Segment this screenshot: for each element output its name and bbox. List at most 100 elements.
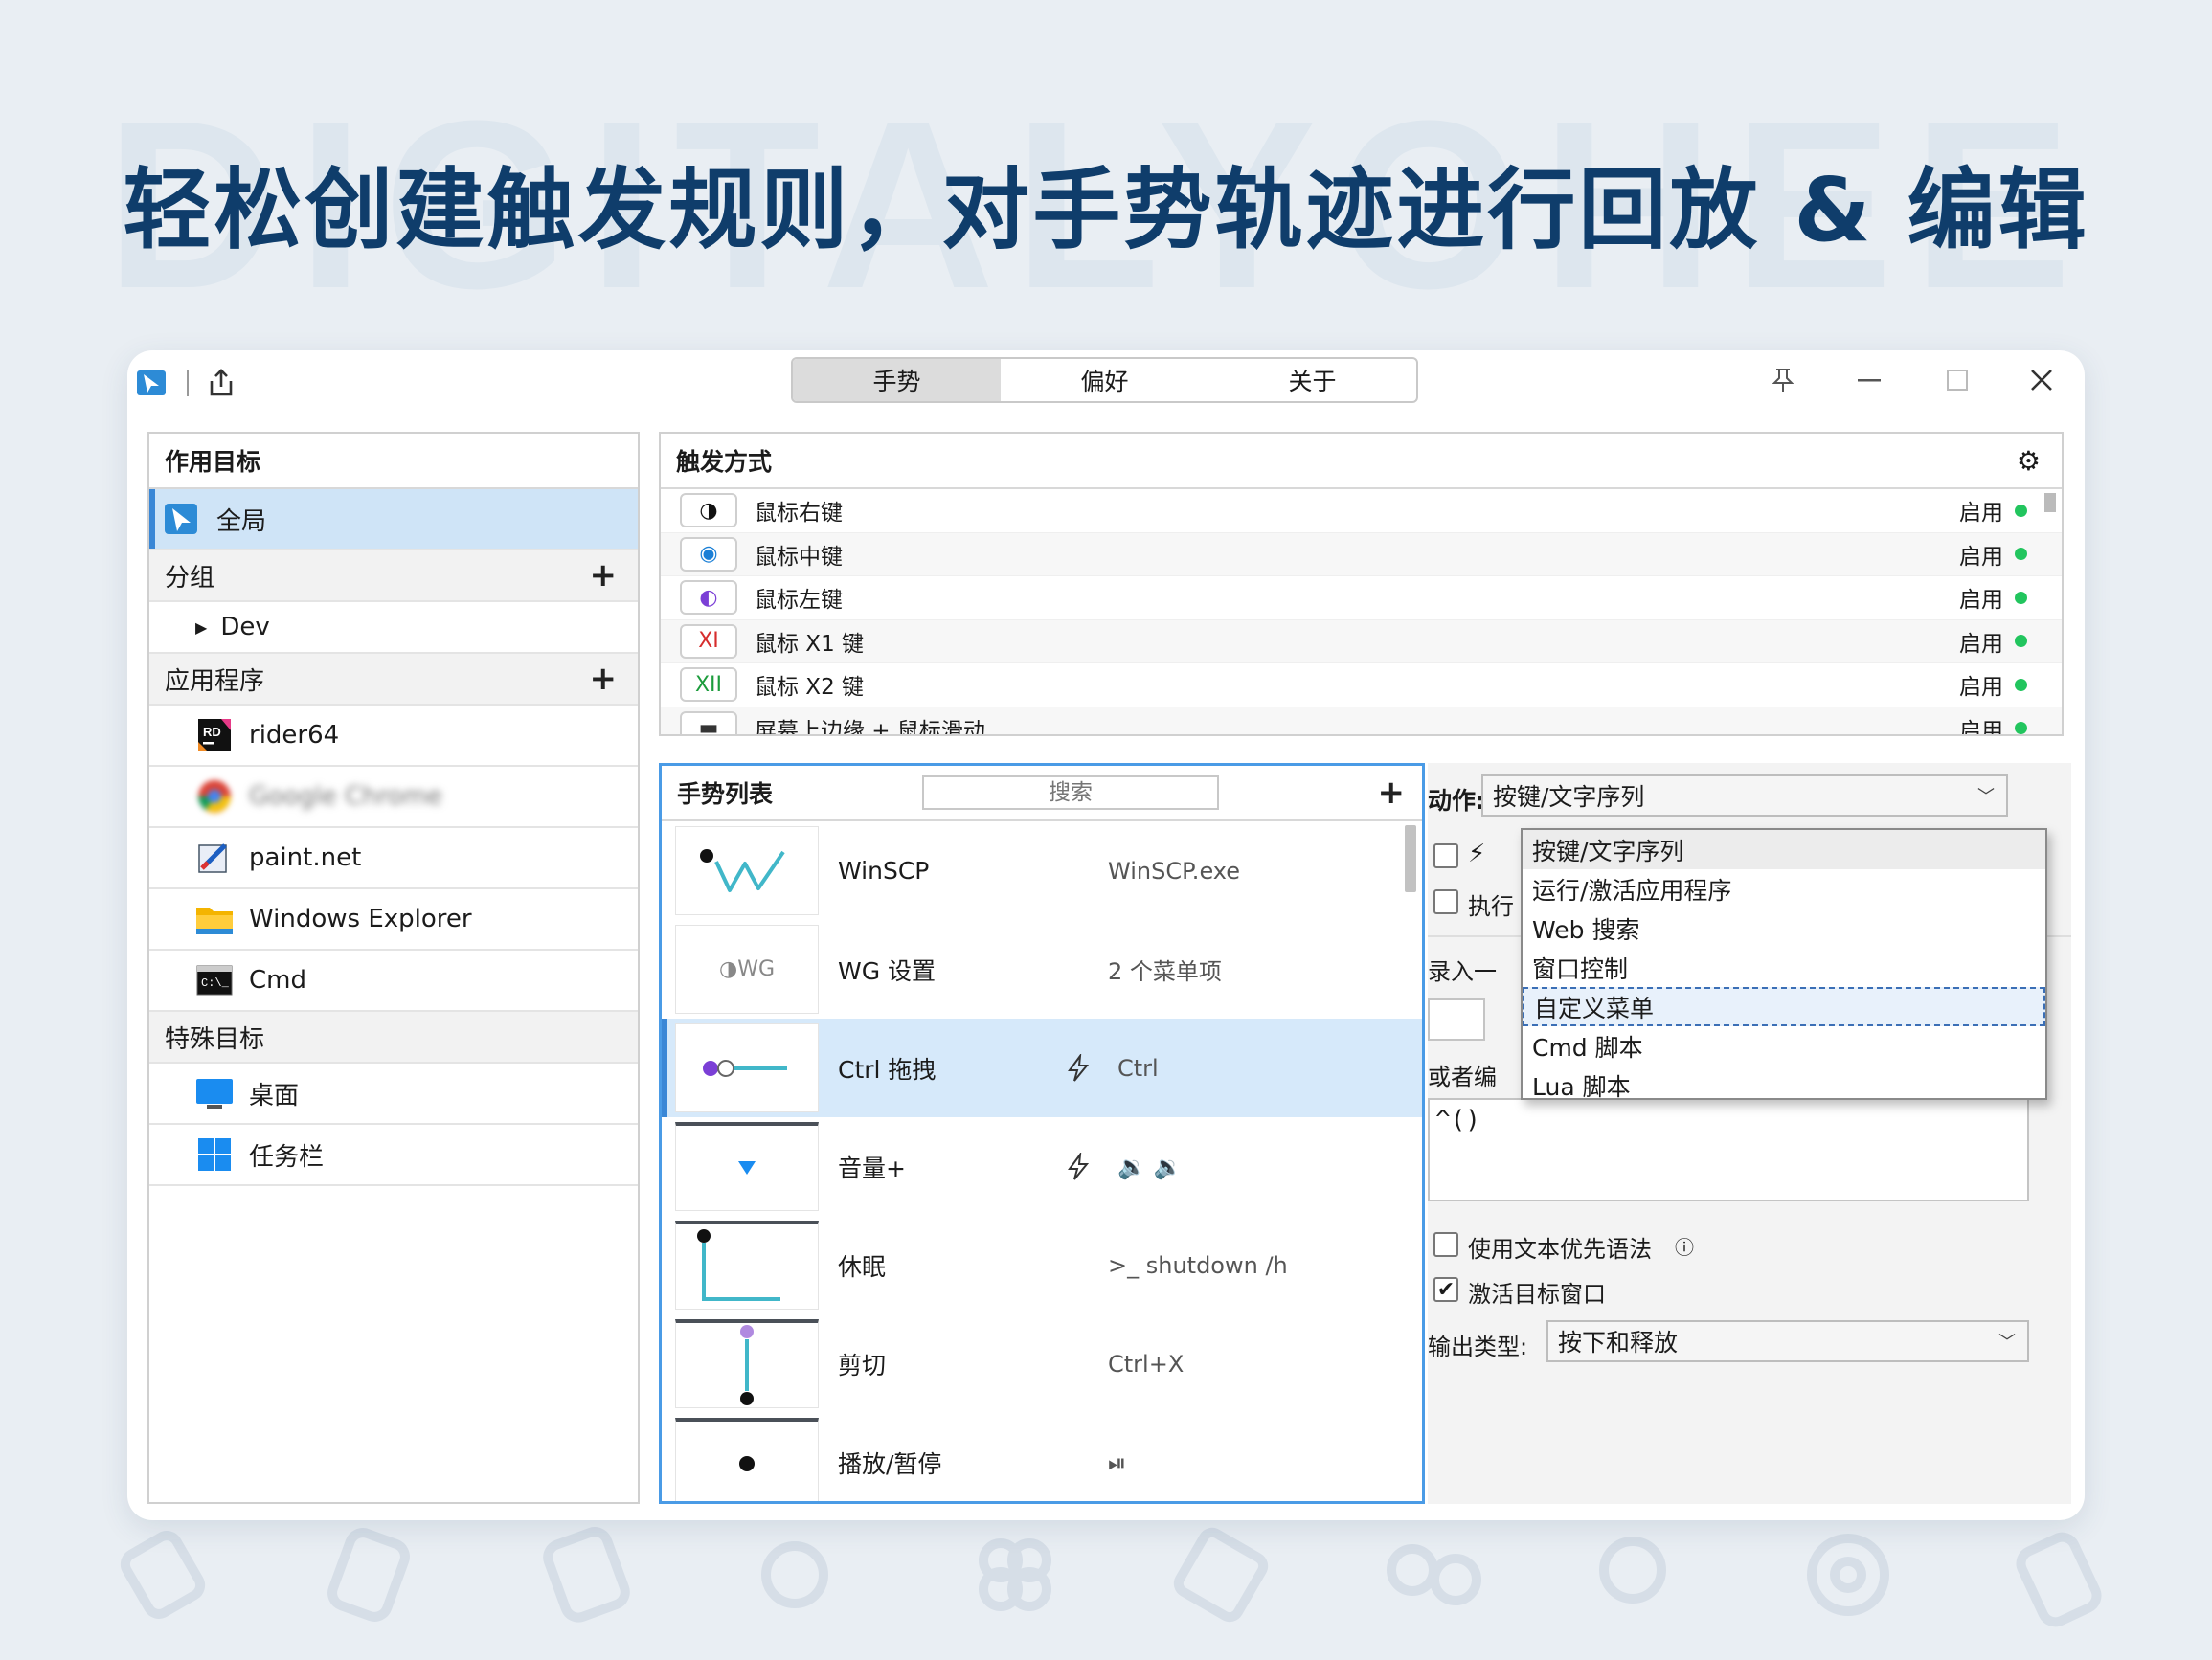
script-editor[interactable]: ^() xyxy=(1428,1098,2029,1201)
option-lua-script[interactable]: Lua 脚本 xyxy=(1523,1066,2045,1105)
trigger-icon: ◉ xyxy=(680,536,737,572)
dot-thumbnail xyxy=(675,1418,819,1501)
gesture-row[interactable]: Ctrl 拖拽 Ctrl xyxy=(662,1019,1422,1117)
trigger-status-label: 启用 xyxy=(1959,501,2003,527)
text-priority-checkbox[interactable] xyxy=(1433,1232,1458,1257)
gesture-name: WinSCP xyxy=(838,857,930,885)
trigger-label: 鼠标中键 xyxy=(755,544,843,570)
gesture-list: WinSCP WinSCP.exe ◑WG WG 设置 2 个菜单项 Ctrl 拖拽 Ctr… xyxy=(662,821,1422,1501)
gesture-name: 休眠 xyxy=(838,1252,887,1281)
group-category-label: 分组 xyxy=(165,563,215,593)
info-icon[interactable]: ⓘ xyxy=(1675,1232,1694,1260)
activate-window-checkbox[interactable]: ✔ xyxy=(1433,1277,1458,1302)
pin-icon[interactable] xyxy=(1761,358,1805,402)
gesture-row[interactable]: 剪切 Ctrl+X xyxy=(662,1314,1422,1413)
gesture-search-input[interactable] xyxy=(922,775,1219,810)
gesture-scrollbar[interactable] xyxy=(1405,825,1416,892)
maximize-button[interactable] xyxy=(1935,358,1979,402)
special-item-label: 任务栏 xyxy=(249,1142,325,1172)
option-web-search[interactable]: Web 搜索 xyxy=(1523,909,2045,948)
minimize-button[interactable] xyxy=(1847,358,1891,402)
trigger-checkbox[interactable] xyxy=(1433,843,1458,868)
gesture-name: 音量+ xyxy=(838,1154,906,1182)
option-key-sequence[interactable]: 按键/文字序列 xyxy=(1523,830,2045,869)
gesture-value-text: 🔉 🔉 xyxy=(1117,1153,1183,1180)
option-custom-menu[interactable]: 自定义菜单 xyxy=(1523,987,2045,1026)
svg-text:RD: RD xyxy=(203,725,221,739)
trigger-status-label: 启用 xyxy=(1959,631,2003,657)
option-cmd-script[interactable]: Cmd 脚本 xyxy=(1523,1026,2045,1066)
gesture-value: Ctrl+X xyxy=(1108,1351,1184,1378)
trigger-status[interactable]: 启用 xyxy=(1959,494,2027,527)
app-item-label: paint.net xyxy=(249,843,362,872)
triggers-header: 触发方式 ⚙ xyxy=(661,434,2062,489)
gesture-row[interactable]: 播放/暂停 ⏯ xyxy=(662,1413,1422,1501)
gesture-name: 剪切 xyxy=(838,1351,887,1380)
trigger-row[interactable]: ◐ 鼠标左键 启用 xyxy=(661,576,2062,620)
trigger-status-label: 启用 xyxy=(1959,544,2003,570)
trigger-status[interactable]: 启用 xyxy=(1959,538,2027,571)
tab-about[interactable]: 关于 xyxy=(1208,359,1416,401)
trigger-status-label: 启用 xyxy=(1959,675,2003,701)
add-app-button[interactable]: + xyxy=(590,660,618,698)
add-group-button[interactable]: + xyxy=(590,556,618,594)
option-window-control[interactable]: 窗口控制 xyxy=(1523,948,2045,987)
option-run-app[interactable]: 运行/激活应用程序 xyxy=(1523,869,2045,909)
app-item-rider64[interactable]: RD rider64 xyxy=(149,706,638,767)
trigger-list: ◑ 鼠标右键 启用 ◉ 鼠标中键 启用 ◐ 鼠标左键 启用 XI 鼠标 X1 键启用 XII 鼠标 X2… xyxy=(661,489,2062,734)
tab-preferences[interactable]: 偏好 xyxy=(1001,359,1208,401)
gesture-value: ⏯ xyxy=(1108,1449,1126,1476)
wg-thumbnail: ◑WG xyxy=(675,925,819,1014)
app-item-label: Cmd xyxy=(249,966,306,995)
status-dot-icon xyxy=(2015,722,2027,734)
group-item-dev[interactable]: ▶ Dev xyxy=(149,602,638,654)
global-cursor-icon xyxy=(163,500,201,538)
trigger-status-label: 启用 xyxy=(1959,588,2003,614)
gesture-row[interactable]: WinSCP WinSCP.exe xyxy=(662,821,1422,920)
desktop-icon xyxy=(195,1074,234,1112)
exec-checkbox[interactable] xyxy=(1433,889,1458,914)
L-gesture-thumbnail xyxy=(675,1221,819,1310)
activate-window-label: 激活目标窗口 xyxy=(1468,1281,1606,1308)
app-item-chrome[interactable]: Google Chrome xyxy=(149,767,638,828)
gear-icon[interactable]: ⚙ xyxy=(2017,445,2041,477)
special-item-desktop[interactable]: 桌面 xyxy=(149,1064,638,1125)
decorative-icons xyxy=(120,1527,2102,1627)
trigger-status[interactable]: 启用 xyxy=(1959,668,2027,701)
special-category-label: 特殊目标 xyxy=(165,1024,265,1054)
target-global-label: 全局 xyxy=(216,506,267,536)
record-input[interactable] xyxy=(1428,998,1485,1041)
app-item-cmd[interactable]: C:\_ Cmd xyxy=(149,951,638,1012)
gesture-value-text: 2 个菜单项 xyxy=(1108,958,1222,985)
trigger-label: 鼠标 X2 键 xyxy=(755,675,865,701)
group-item-label: Dev xyxy=(220,613,270,641)
gesture-row[interactable]: 休眠 >_ shutdown /h xyxy=(662,1216,1422,1314)
trigger-scrollbar[interactable] xyxy=(2044,493,2056,512)
expand-triangle-icon[interactable]: ▶ xyxy=(195,618,207,637)
action-type-select[interactable]: 按键/文字序列 ﹀ xyxy=(1481,774,2008,817)
trigger-row[interactable]: ▬ 屏幕上边缘 + 鼠标滑动 启用 xyxy=(661,707,2062,734)
trigger-row[interactable]: XI 鼠标 X1 键 启用 xyxy=(661,619,2062,663)
app-item-paintnet[interactable]: paint.net xyxy=(149,828,638,889)
gesture-value-text: ⏯ xyxy=(1108,1448,1127,1476)
output-type-select[interactable]: 按下和释放 ﹀ xyxy=(1546,1320,2029,1362)
app-item-explorer[interactable]: Windows Explorer xyxy=(149,889,638,951)
gesture-row[interactable]: ◑WG WG 设置 2 个菜单项 xyxy=(662,920,1422,1019)
status-dot-icon xyxy=(2015,504,2027,517)
add-gesture-button[interactable]: + xyxy=(1378,774,1406,812)
trigger-status[interactable]: 启用 xyxy=(1959,625,2027,658)
gesture-row[interactable]: 音量+ 🔉 🔉 xyxy=(662,1117,1422,1216)
special-item-taskbar[interactable]: 任务栏 xyxy=(149,1125,638,1186)
trigger-row[interactable]: ◉ 鼠标中键 启用 xyxy=(661,532,2062,576)
apps-category: 应用程序 + xyxy=(149,654,638,706)
share-icon[interactable] xyxy=(204,366,238,400)
trigger-row[interactable]: XII 鼠标 X2 键 启用 xyxy=(661,663,2062,707)
trigger-status[interactable]: 启用 xyxy=(1959,581,2027,614)
trigger-row[interactable]: ◑ 鼠标右键 启用 xyxy=(661,489,2062,533)
down-arrow-thumbnail xyxy=(675,1122,819,1211)
action-label: 动作: xyxy=(1428,787,1485,815)
close-button[interactable] xyxy=(2020,358,2064,402)
tab-gestures[interactable]: 手势 xyxy=(793,359,1001,401)
target-global[interactable]: 全局 xyxy=(149,489,638,550)
trigger-status[interactable]: 启用 xyxy=(1959,712,2027,734)
